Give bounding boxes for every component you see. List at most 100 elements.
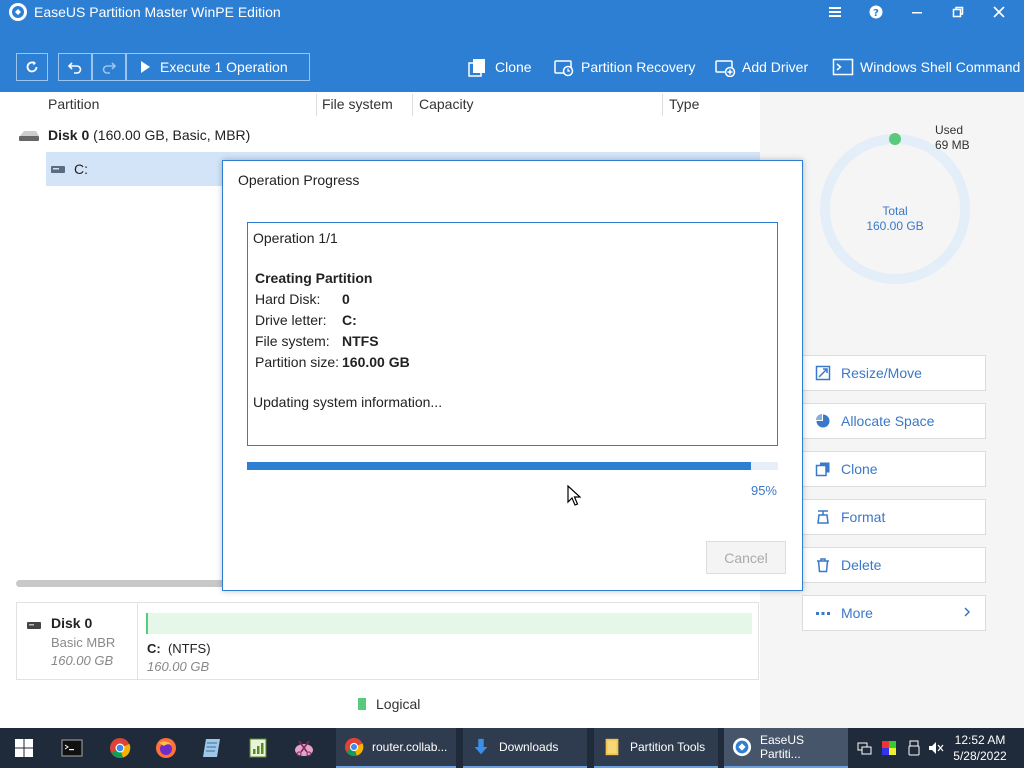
usb-drive-icon (908, 740, 920, 756)
play-icon (141, 61, 150, 73)
legend: Logical (358, 696, 420, 712)
terminal-icon (832, 58, 854, 76)
format-button[interactable]: Format (802, 499, 986, 535)
taskbar-cmd[interactable] (60, 736, 84, 760)
pie-icon (816, 414, 830, 428)
operation-counter: Operation 1/1 (253, 230, 338, 246)
progress-percent: 95% (750, 483, 777, 498)
legend-logical-label: Logical (376, 696, 421, 712)
color-palette-icon (882, 741, 896, 755)
allocate-space-button[interactable]: Allocate Space (802, 403, 986, 439)
spreadsheet-icon (249, 738, 267, 758)
partition-recovery-button[interactable]: Partition Recovery (553, 56, 695, 78)
partition-map-bar[interactable] (146, 613, 752, 634)
column-header-type[interactable]: Type (669, 96, 699, 116)
used-legend: Used 69 MB (935, 123, 970, 153)
network-icon (857, 742, 872, 755)
more-label: More (841, 605, 873, 621)
partition-map-letter: C: (147, 641, 161, 656)
clock-time: 12:52 AM (954, 733, 1006, 747)
tray-network[interactable] (857, 738, 873, 758)
undo-icon (67, 62, 82, 74)
delete-button[interactable]: Delete (802, 547, 986, 583)
clone-action-label: Clone (841, 461, 878, 477)
help-icon: ? (869, 5, 883, 19)
disk-map-disk[interactable]: Disk 0 Basic MBR 160.00 GB (17, 603, 138, 679)
column-divider (662, 94, 663, 116)
field-value-hard-disk: 0 (342, 291, 350, 307)
easeus-icon (732, 737, 752, 757)
field-value-drive-letter: C: (342, 312, 357, 328)
field-label-hard-disk: Hard Disk: (255, 291, 321, 307)
taskbar-task-easeus[interactable]: EaseUS Partiti... (724, 728, 848, 768)
operation-name: Creating Partition (255, 270, 373, 286)
notepad-icon (203, 739, 220, 757)
refresh-icon (26, 61, 38, 73)
close-button[interactable] (979, 0, 1019, 24)
partition-recovery-label: Partition Recovery (581, 59, 696, 75)
column-header-partition[interactable]: Partition (48, 96, 99, 116)
disk-map-size: 160.00 GB (51, 653, 114, 668)
disk-map-name: Disk 0 (51, 615, 93, 631)
field-value-partition-size: 160.00 GB (342, 354, 410, 370)
disk-row[interactable]: Disk 0 (160.00 GB, Basic, MBR) (18, 125, 250, 145)
taskbar-snipping[interactable] (292, 736, 316, 760)
task-label: Partition Tools (630, 740, 706, 754)
dialog-title: Operation Progress (238, 172, 360, 188)
app-logo-icon (9, 3, 27, 21)
taskbar-firefox[interactable] (154, 736, 178, 760)
disk-map: Disk 0 Basic MBR 160.00 GB C: (NTFS) 160… (16, 602, 759, 680)
redo-icon (102, 62, 117, 74)
minimize-button[interactable] (897, 0, 937, 24)
add-driver-button[interactable]: Add Driver (714, 56, 808, 78)
operation-status: Updating system information... (253, 394, 443, 410)
list-icon (829, 7, 841, 17)
resize-move-button[interactable]: Resize/Move (802, 355, 986, 391)
clone-label: Clone (495, 59, 532, 75)
tray-color-picker[interactable] (881, 738, 897, 758)
partition-map-fs: (NTFS) (167, 641, 211, 656)
system-clock[interactable]: 12:52 AM 5/28/2022 (944, 732, 1016, 764)
logical-swatch (358, 698, 366, 710)
cancel-button[interactable]: Cancel (706, 541, 786, 574)
restore-button[interactable] (938, 0, 978, 24)
taskbar-chrome[interactable] (108, 736, 132, 760)
restore-icon (952, 6, 964, 18)
column-header-capacity[interactable]: Capacity (419, 96, 473, 116)
allocate-space-label: Allocate Space (841, 413, 935, 429)
undo-button[interactable] (58, 53, 92, 81)
taskbar-spreadsheet[interactable] (246, 736, 270, 760)
download-arrow-icon (474, 738, 488, 755)
clock-date: 5/28/2022 (953, 749, 1007, 763)
operation-details-box: Operation 1/1 Creating Partition Hard Di… (247, 222, 778, 446)
snipping-tool-icon (295, 740, 313, 757)
delete-label: Delete (841, 557, 882, 573)
menu-button[interactable] (815, 0, 855, 24)
taskbar: router.collab... Downloads Partition Too… (0, 728, 1024, 768)
clone-toolbar-button[interactable]: Clone (467, 56, 532, 78)
field-label-file-system: File system: (255, 333, 330, 349)
clone-action-button[interactable]: Clone (802, 451, 986, 487)
refresh-button[interactable] (16, 53, 48, 81)
title-bar: EaseUS Partition Master WinPE Edition ? … (0, 0, 1024, 92)
start-button[interactable] (12, 736, 36, 760)
more-icon (816, 612, 830, 615)
more-button[interactable]: More (802, 595, 986, 631)
partition-map-label: C: (NTFS) (147, 641, 211, 656)
redo-button[interactable] (92, 53, 126, 81)
windows-shell-command-button[interactable]: Windows Shell Command (832, 56, 1020, 78)
taskbar-notes[interactable] (200, 736, 224, 760)
taskbar-task-downloads[interactable]: Downloads (463, 728, 587, 768)
execute-operation-button[interactable]: Execute 1 Operation (126, 53, 310, 81)
horizontal-scrollbar[interactable] (16, 580, 226, 587)
help-button[interactable]: ? (856, 0, 896, 24)
tray-volume[interactable] (928, 738, 944, 758)
add-driver-icon (715, 60, 736, 77)
column-header-file-system[interactable]: File system (322, 96, 393, 116)
task-label: EaseUS Partiti... (760, 733, 805, 761)
taskbar-task-router[interactable]: router.collab... (336, 728, 456, 768)
window-title: EaseUS Partition Master WinPE Edition (34, 4, 281, 20)
resize-icon (815, 365, 831, 381)
taskbar-task-partition-tools[interactable]: Partition Tools (594, 728, 718, 768)
tray-usb[interactable] (906, 738, 922, 758)
